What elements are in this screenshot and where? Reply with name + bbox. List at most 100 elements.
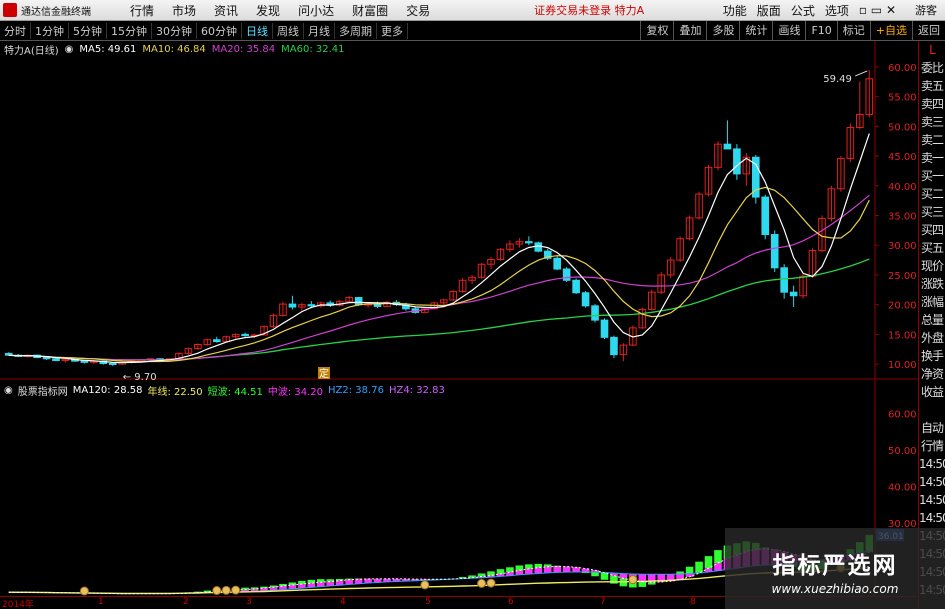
menu-item-banmian[interactable]: 版面 bbox=[752, 2, 786, 19]
period-monthly[interactable]: 月线 bbox=[304, 22, 335, 39]
sidebar-item[interactable]: 卖五 bbox=[919, 77, 945, 95]
candle-down bbox=[108, 363, 117, 366]
candle-down bbox=[591, 305, 599, 321]
price-axis-label: 40.00 bbox=[888, 182, 917, 193]
ind-zhongbo: 中波: 34.20 bbox=[267, 386, 324, 398]
login-alert[interactable]: 证券交易未登录 特力A bbox=[534, 2, 659, 18]
sidebar-item[interactable] bbox=[919, 401, 945, 419]
sidebar-item[interactable]: 现价 bbox=[919, 257, 945, 275]
time-axis-label: 8 bbox=[690, 597, 696, 607]
legend-settings-icon[interactable]: ◉ bbox=[65, 44, 74, 55]
buy-signal-icon bbox=[79, 586, 89, 596]
sidebar-item[interactable]: 总量 bbox=[919, 311, 945, 329]
sidebar-item[interactable]: 14:50 bbox=[919, 455, 945, 473]
tool-biaoji[interactable]: 标记 bbox=[836, 20, 870, 41]
menu-item-jiaoyi[interactable]: 交易 bbox=[397, 2, 439, 19]
tool-duogu[interactable]: 多股 bbox=[706, 20, 739, 41]
sidebar-item[interactable]: 14:50 bbox=[919, 509, 945, 527]
sidebar-item[interactable]: 卖三 bbox=[919, 113, 945, 131]
sidebar-item[interactable]: 净资 bbox=[919, 365, 945, 383]
period-weekly[interactable]: 周线 bbox=[273, 22, 304, 39]
period-more[interactable]: 更多 bbox=[377, 22, 408, 39]
buy-signal-icon bbox=[628, 575, 638, 585]
price-axis-label: 25.00 bbox=[888, 271, 917, 282]
ma20-line bbox=[8, 194, 870, 361]
period-fenshi[interactable]: 分时 bbox=[0, 22, 31, 39]
ma60-line bbox=[8, 258, 870, 361]
indicator-axis-label: 60.00 bbox=[888, 409, 917, 420]
buy-signal-icon bbox=[477, 578, 487, 588]
sidebar-item[interactable]: 卖一 bbox=[919, 149, 945, 167]
tool-tongji[interactable]: 统计 bbox=[739, 20, 772, 41]
sidebar-item[interactable]: 买二 bbox=[919, 185, 945, 203]
candle-down bbox=[770, 234, 779, 269]
sidebar-item[interactable]: 换手 bbox=[919, 347, 945, 365]
sidebar-item[interactable]: 涨跌 bbox=[919, 275, 945, 293]
sidebar-item[interactable]: 买五 bbox=[919, 239, 945, 257]
period-daily[interactable]: 日线 bbox=[242, 22, 273, 39]
candle-down bbox=[761, 196, 770, 236]
menu-item-faxian[interactable]: 发现 bbox=[247, 2, 289, 19]
sidebar-item[interactable]: L bbox=[919, 41, 945, 59]
time-axis-label: 6 bbox=[508, 597, 514, 607]
ind-settings-icon[interactable]: ◉ bbox=[4, 385, 13, 396]
menu-item-gongshi[interactable]: 公式 bbox=[786, 2, 820, 19]
price-axis-label: 55.00 bbox=[888, 93, 917, 104]
candle-down bbox=[789, 291, 798, 297]
ind-duanbo: 短波: 44.51 bbox=[207, 386, 263, 398]
window-controls-icon[interactable]: ▫ ▭ ✕ bbox=[854, 3, 901, 17]
legend-ma20: MA20: 35.84 bbox=[211, 43, 276, 55]
period-15min[interactable]: 15分钟 bbox=[107, 22, 152, 39]
period-multi[interactable]: 多周期 bbox=[335, 22, 377, 39]
buy-signal-icon bbox=[212, 586, 222, 596]
menu-item-zixun[interactable]: 资讯 bbox=[205, 2, 247, 19]
marker-badge-text: 定 bbox=[319, 367, 329, 380]
tool-f10[interactable]: F10 bbox=[805, 20, 836, 41]
sidebar-item[interactable]: 卖四 bbox=[919, 95, 945, 113]
ma10-line bbox=[8, 186, 870, 363]
sidebar-item[interactable]: 买一 bbox=[919, 167, 945, 185]
period-5min[interactable]: 5分钟 bbox=[69, 22, 107, 39]
sidebar-item[interactable]: 外盘 bbox=[919, 329, 945, 347]
sidebar-item[interactable]: 买三 bbox=[919, 203, 945, 221]
menu-item-caifuquan[interactable]: 财富圈 bbox=[343, 2, 397, 19]
menu-item-shichang[interactable]: 市场 bbox=[163, 2, 205, 19]
price-axis-label: 30.00 bbox=[888, 241, 917, 252]
sidebar-item[interactable]: 委比 bbox=[919, 59, 945, 77]
sidebar-item[interactable]: 收益 bbox=[919, 383, 945, 401]
sidebar-item[interactable]: 行情 bbox=[919, 437, 945, 455]
menu-item-xuanxiang[interactable]: 选项 bbox=[820, 2, 854, 19]
sidebar-item[interactable]: 自动 bbox=[919, 419, 945, 437]
high-price-label: 59.49 bbox=[823, 74, 852, 85]
time-axis-label: 2014年 bbox=[2, 600, 34, 609]
candle-down bbox=[80, 360, 89, 363]
time-axis-label: 5 bbox=[425, 597, 431, 607]
menu-item-hangqing[interactable]: 行情 bbox=[121, 2, 163, 19]
period-30min[interactable]: 30分钟 bbox=[152, 22, 197, 39]
menu-item-gongneng[interactable]: 功能 bbox=[718, 2, 752, 19]
price-axis-label: 50.00 bbox=[888, 122, 917, 133]
chart-area[interactable]: 60.00 55.00 50.00 45.00 40.00 35.00 30.00 25.00… bbox=[0, 41, 918, 596]
time-axis-label: 1 bbox=[98, 597, 104, 607]
period-1min[interactable]: 1分钟 bbox=[31, 22, 69, 39]
tool-huaxian[interactable]: 画线 bbox=[772, 20, 805, 41]
tool-fuquan[interactable]: 复权 bbox=[640, 20, 673, 41]
low-price-label: ← 9.70 bbox=[123, 372, 157, 383]
tool-diejia[interactable]: 叠加 bbox=[673, 20, 706, 41]
tool-add-watchlist[interactable]: +自选 bbox=[869, 20, 912, 41]
guest-label[interactable]: 游客 bbox=[901, 2, 945, 18]
sidebar-item[interactable]: 14:50 bbox=[919, 491, 945, 509]
menu-bar: 通达信金融终端 行情 市场 资讯 发现 问小达 财富圈 交易 证券交易未登录 特… bbox=[0, 0, 945, 21]
period-60min[interactable]: 60分钟 bbox=[197, 22, 242, 39]
ind-name[interactable]: 股票指标网 bbox=[18, 383, 68, 398]
sidebar-item[interactable]: 涨幅 bbox=[919, 293, 945, 311]
sidebar-item[interactable]: 14:50 bbox=[919, 473, 945, 491]
sidebar-item[interactable]: 卖二 bbox=[919, 131, 945, 149]
tool-back[interactable]: 返回 bbox=[912, 20, 945, 41]
menu-item-wenxiaoda[interactable]: 问小达 bbox=[289, 2, 343, 19]
high-arrow bbox=[855, 70, 868, 77]
legend-ma10: MA10: 46.84 bbox=[142, 43, 206, 55]
app-title: 通达信金融终端 bbox=[21, 6, 91, 18]
period-toolbar: 分时 1分钟 5分钟 15分钟 30分钟 60分钟 日线 周线 月线 多周期 更… bbox=[0, 20, 945, 41]
sidebar-item[interactable]: 买四 bbox=[919, 221, 945, 239]
